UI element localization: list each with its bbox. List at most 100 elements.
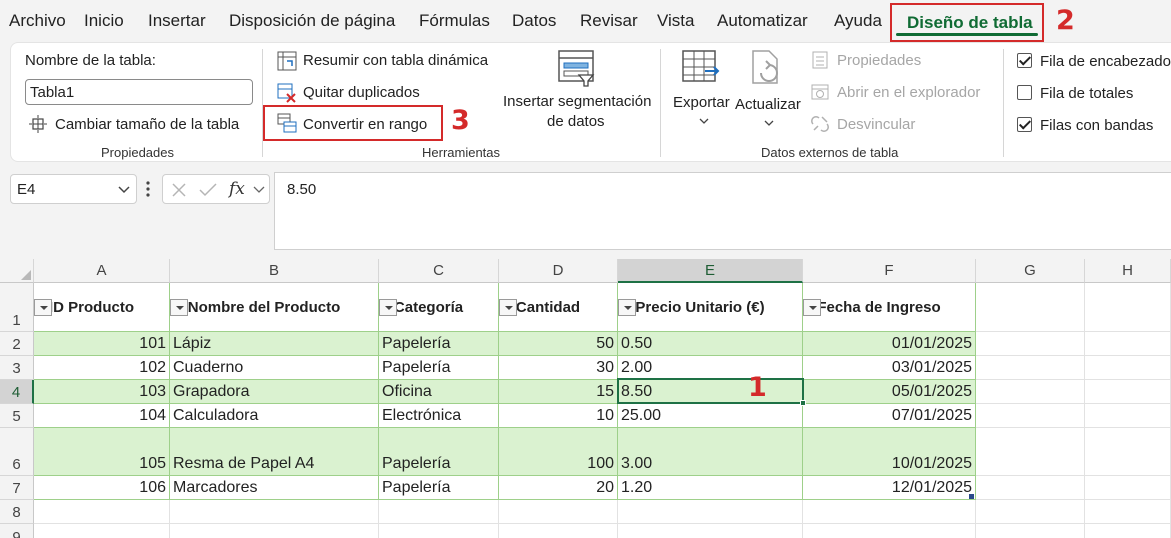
empty-cell[interactable] xyxy=(803,500,976,524)
empty-cell[interactable] xyxy=(1085,332,1171,356)
formula-input[interactable]: 8.50 xyxy=(274,172,1171,250)
filter-dropdown-icon[interactable] xyxy=(34,299,52,316)
table-cell[interactable]: 103 xyxy=(34,380,170,404)
table-cell[interactable]: 12/01/2025 xyxy=(803,476,976,500)
filter-dropdown-icon[interactable] xyxy=(803,299,821,316)
pivot-summary-button[interactable]: Resumir con tabla dinámica xyxy=(277,49,493,73)
table-header-cell[interactable]: ID Producto xyxy=(34,283,170,332)
row-header-2[interactable]: 2 xyxy=(0,332,34,356)
name-box[interactable]: E4 xyxy=(10,174,137,204)
table-cell[interactable]: 1.20 xyxy=(618,476,803,500)
empty-cell[interactable] xyxy=(34,500,170,524)
row-header-1[interactable]: 1 xyxy=(0,283,34,332)
resize-table-button[interactable]: Cambiar tamaño de la tabla xyxy=(29,113,249,137)
menu-formulas[interactable]: Fórmulas xyxy=(419,11,490,31)
menu-archivo[interactable]: Archivo xyxy=(9,11,66,31)
table-cell[interactable]: 106 xyxy=(34,476,170,500)
row-header-7[interactable]: 7 xyxy=(0,476,34,500)
table-cell[interactable]: Electrónica xyxy=(379,404,499,428)
empty-cell[interactable] xyxy=(499,500,618,524)
empty-cell[interactable] xyxy=(618,524,803,538)
table-cell[interactable]: 10 xyxy=(499,404,618,428)
table-name-input[interactable] xyxy=(25,79,253,105)
menu-vista[interactable]: Vista xyxy=(657,11,695,31)
empty-cell[interactable] xyxy=(1085,356,1171,380)
column-header-g[interactable]: G xyxy=(976,259,1085,283)
empty-cell[interactable] xyxy=(803,524,976,538)
empty-cell[interactable] xyxy=(34,524,170,538)
column-header-f[interactable]: F xyxy=(803,259,976,283)
table-cell[interactable]: 10/01/2025 xyxy=(803,428,976,476)
table-cell[interactable]: 30 xyxy=(499,356,618,380)
total-row-option[interactable]: Fila de totales xyxy=(1017,83,1171,105)
table-cell[interactable]: 3.00 xyxy=(618,428,803,476)
insert-function-button[interactable]: fx xyxy=(229,179,245,199)
menu-disposicion-pagina[interactable]: Disposición de página xyxy=(229,11,395,31)
table-cell[interactable]: 100 xyxy=(499,428,618,476)
column-header-e[interactable]: E xyxy=(618,259,803,283)
table-cell[interactable]: 01/01/2025 xyxy=(803,332,976,356)
enter-icon[interactable] xyxy=(199,182,217,198)
header-row-option[interactable]: Fila de encabezado xyxy=(1017,51,1171,73)
table-cell[interactable]: 0.50 xyxy=(618,332,803,356)
filter-dropdown-icon[interactable] xyxy=(499,299,517,316)
empty-cell[interactable] xyxy=(976,476,1085,500)
menu-datos[interactable]: Datos xyxy=(512,11,556,31)
table-resize-handle[interactable] xyxy=(969,494,974,499)
menu-insertar[interactable]: Insertar xyxy=(148,11,206,31)
empty-cell[interactable] xyxy=(1085,380,1171,404)
empty-cell[interactable] xyxy=(976,283,1085,332)
table-cell[interactable]: 25.00 xyxy=(618,404,803,428)
filter-dropdown-icon[interactable] xyxy=(618,299,636,316)
menu-automatizar[interactable]: Automatizar xyxy=(717,11,808,31)
row-header-9[interactable]: 9 xyxy=(0,524,34,538)
table-cell[interactable]: Oficina xyxy=(379,380,499,404)
menu-revisar[interactable]: Revisar xyxy=(580,11,638,31)
empty-cell[interactable] xyxy=(1085,404,1171,428)
table-cell[interactable]: 105 xyxy=(34,428,170,476)
row-header-3[interactable]: 3 xyxy=(0,356,34,380)
convert-to-range-button[interactable]: Convertir en rango xyxy=(263,105,443,141)
empty-cell[interactable] xyxy=(976,428,1085,476)
empty-cell[interactable] xyxy=(976,356,1085,380)
table-cell[interactable]: 03/01/2025 xyxy=(803,356,976,380)
table-cell[interactable]: Grapadora xyxy=(170,380,379,404)
column-header-c[interactable]: C xyxy=(379,259,499,283)
header-row-checkbox[interactable] xyxy=(1017,53,1032,68)
menu-ayuda[interactable]: Ayuda xyxy=(834,11,882,31)
empty-cell[interactable] xyxy=(379,524,499,538)
table-cell[interactable]: 104 xyxy=(34,404,170,428)
row-header-5[interactable]: 5 xyxy=(0,404,34,428)
menu-inicio[interactable]: Inicio xyxy=(84,11,124,31)
table-header-cell[interactable]: Nombre del Producto xyxy=(170,283,379,332)
chevron-down-icon[interactable] xyxy=(253,185,265,195)
row-header-4[interactable]: 4 xyxy=(0,380,34,404)
empty-cell[interactable] xyxy=(618,500,803,524)
table-cell[interactable]: Marcadores xyxy=(170,476,379,500)
empty-cell[interactable] xyxy=(379,500,499,524)
empty-cell[interactable] xyxy=(976,332,1085,356)
empty-cell[interactable] xyxy=(976,500,1085,524)
empty-cell[interactable] xyxy=(976,380,1085,404)
table-header-cell[interactable]: Cantidad xyxy=(499,283,618,332)
table-cell[interactable]: 50 xyxy=(499,332,618,356)
empty-cell[interactable] xyxy=(1085,283,1171,332)
chevron-down-icon[interactable] xyxy=(118,182,130,196)
filter-dropdown-icon[interactable] xyxy=(379,299,397,316)
empty-cell[interactable] xyxy=(976,524,1085,538)
table-cell[interactable]: 05/01/2025 xyxy=(803,380,976,404)
insert-slicer-button[interactable]: Insertar segmentación de datos xyxy=(499,49,661,133)
fill-handle[interactable] xyxy=(800,400,806,406)
table-cell[interactable]: Resma de Papel A4 xyxy=(170,428,379,476)
empty-cell[interactable] xyxy=(499,524,618,538)
column-header-b[interactable]: B xyxy=(170,259,379,283)
column-header-a[interactable]: A xyxy=(34,259,170,283)
refresh-button[interactable]: Actualizar xyxy=(735,49,803,133)
empty-cell[interactable] xyxy=(170,500,379,524)
table-cell[interactable]: 07/01/2025 xyxy=(803,404,976,428)
remove-duplicates-button[interactable]: Quitar duplicados xyxy=(277,81,437,105)
row-header-6[interactable]: 6 xyxy=(0,428,34,476)
table-cell[interactable]: Papelería xyxy=(379,428,499,476)
table-cell[interactable]: 2.00 xyxy=(618,356,803,380)
select-all-corner[interactable] xyxy=(0,259,34,283)
